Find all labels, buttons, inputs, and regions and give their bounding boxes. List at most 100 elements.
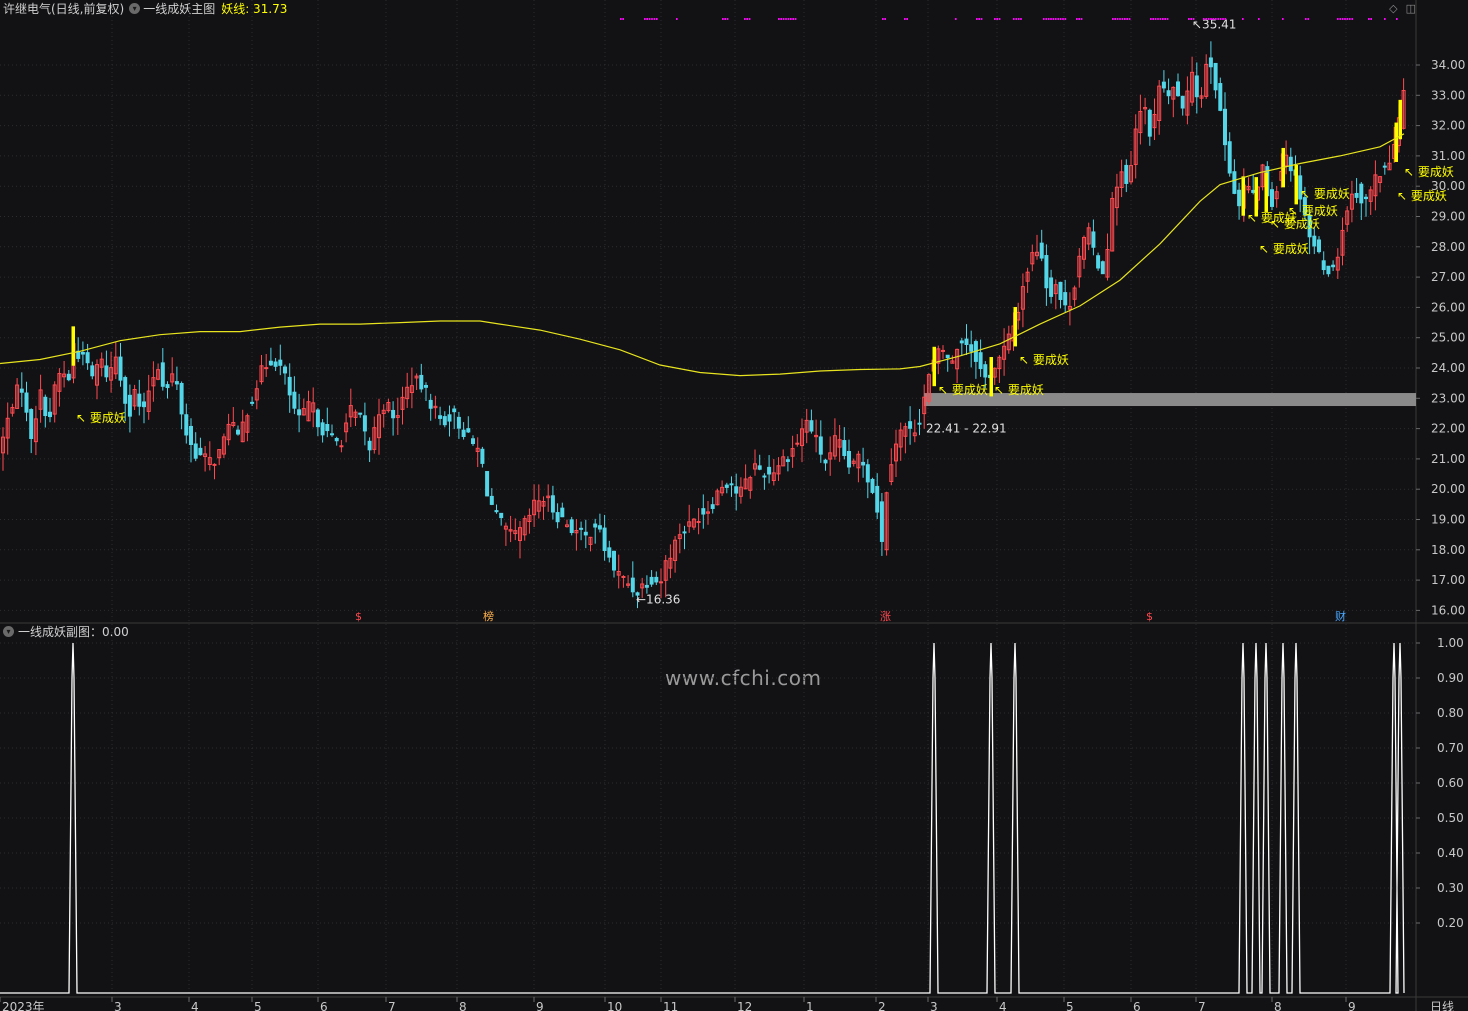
candle bbox=[644, 575, 649, 594]
candle bbox=[184, 403, 189, 444]
candle-body bbox=[978, 352, 983, 370]
candle bbox=[156, 363, 161, 381]
candle bbox=[353, 409, 358, 426]
candle bbox=[461, 422, 466, 440]
candle-body bbox=[334, 437, 339, 442]
sub-tick-label: 0.70 bbox=[1437, 741, 1464, 755]
candle bbox=[348, 388, 353, 428]
candle bbox=[1382, 162, 1387, 175]
magenta-marker bbox=[1396, 18, 1398, 20]
stock-chart[interactable]: 34.0033.0032.0031.0030.0029.0028.0027.00… bbox=[0, 0, 1468, 1011]
price-tick-label: 23.00 bbox=[1431, 391, 1465, 405]
candle-body bbox=[104, 365, 109, 378]
magenta-marker bbox=[644, 18, 646, 20]
candle bbox=[865, 459, 870, 499]
candle bbox=[456, 411, 461, 439]
candle bbox=[99, 352, 104, 377]
candle-body bbox=[1166, 90, 1171, 97]
candle-body bbox=[560, 507, 565, 518]
candle bbox=[518, 520, 522, 559]
candle bbox=[273, 357, 278, 372]
candle-body bbox=[1321, 260, 1326, 271]
candle-body bbox=[644, 584, 649, 588]
candle bbox=[724, 482, 729, 494]
sub-tick-label: 0.60 bbox=[1437, 776, 1464, 790]
candle bbox=[433, 395, 438, 419]
candle-body bbox=[1194, 75, 1199, 98]
candle bbox=[1147, 108, 1152, 146]
candle bbox=[405, 372, 410, 408]
candle-body bbox=[602, 527, 607, 552]
candle bbox=[630, 561, 635, 598]
candle bbox=[15, 378, 20, 409]
candle bbox=[800, 418, 804, 463]
candle bbox=[884, 491, 889, 556]
candle bbox=[1072, 285, 1077, 307]
candle bbox=[226, 413, 231, 446]
candle-body bbox=[1208, 57, 1213, 68]
candle-body bbox=[795, 442, 800, 445]
candle bbox=[306, 390, 311, 422]
signal-label: ↖ 要成妖 bbox=[1300, 187, 1350, 201]
magenta-marker bbox=[1045, 18, 1047, 20]
candle bbox=[607, 540, 612, 563]
magenta-marker bbox=[620, 18, 622, 20]
candle-body bbox=[969, 344, 974, 352]
candle-body bbox=[29, 409, 34, 439]
magenta-marker bbox=[1047, 18, 1050, 20]
candle bbox=[574, 519, 579, 551]
date-tick-label: 6 bbox=[320, 1000, 328, 1011]
magenta-marker bbox=[955, 18, 957, 20]
price-tick-label: 18.00 bbox=[1431, 543, 1465, 557]
candle bbox=[278, 344, 283, 376]
candle bbox=[151, 361, 156, 402]
magenta-marker bbox=[1212, 18, 1215, 20]
candle bbox=[912, 419, 917, 443]
price-tick-label: 26.00 bbox=[1431, 300, 1465, 314]
candle bbox=[602, 514, 607, 561]
candle bbox=[757, 454, 762, 471]
magenta-marker bbox=[748, 18, 751, 20]
candle bbox=[24, 381, 29, 422]
candle-body bbox=[1270, 189, 1274, 207]
candle bbox=[259, 354, 264, 385]
candle bbox=[1119, 159, 1124, 198]
signal-bar bbox=[1394, 122, 1398, 162]
candle-body bbox=[1288, 156, 1293, 172]
candle bbox=[1133, 114, 1138, 179]
candle bbox=[950, 355, 955, 364]
candle bbox=[1180, 95, 1185, 116]
magenta-marker bbox=[998, 18, 1001, 20]
magenta-marker bbox=[884, 18, 886, 20]
candle-body bbox=[762, 475, 767, 478]
candle bbox=[1246, 177, 1251, 194]
candle bbox=[1030, 244, 1035, 272]
candle-body bbox=[983, 364, 988, 378]
candle-body bbox=[278, 359, 283, 366]
magenta-marker bbox=[1370, 18, 1372, 20]
candle bbox=[1020, 273, 1025, 328]
candle-body bbox=[212, 463, 217, 466]
candle bbox=[367, 437, 372, 463]
price-tick-label: 33.00 bbox=[1431, 88, 1465, 102]
date-tick-label: 7 bbox=[388, 1000, 396, 1011]
magenta-marker bbox=[785, 18, 787, 20]
candle-body bbox=[362, 415, 367, 432]
candle-body bbox=[320, 422, 325, 436]
candle bbox=[386, 398, 391, 413]
candle bbox=[1152, 98, 1157, 140]
magenta-marker bbox=[1337, 18, 1339, 20]
candle bbox=[503, 522, 508, 546]
candle bbox=[485, 471, 490, 497]
candle bbox=[753, 449, 757, 476]
candle bbox=[898, 422, 903, 461]
price-tick-label: 20.00 bbox=[1431, 482, 1465, 496]
candle-body bbox=[701, 508, 706, 515]
date-tick-label: 7 bbox=[1198, 1000, 1206, 1011]
candle bbox=[710, 497, 715, 514]
candle-body bbox=[236, 429, 240, 435]
candle bbox=[466, 416, 471, 434]
candle bbox=[790, 435, 795, 468]
candle bbox=[894, 429, 898, 478]
candle bbox=[245, 413, 250, 442]
